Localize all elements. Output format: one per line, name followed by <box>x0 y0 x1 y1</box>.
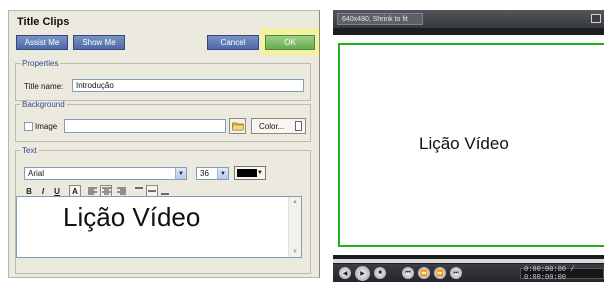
playback-controls: ◀ ▶ ■ ⏮ ⏪ ⏩ ⏭ 0:00:00:00 / 0:00:00:00 <box>333 264 604 282</box>
properties-legend: Properties <box>22 59 59 68</box>
color-button[interactable]: Color... <box>251 118 306 134</box>
rewind-icon[interactable]: ◀ <box>339 267 351 279</box>
title-name-label: Title name: <box>24 82 64 91</box>
scroll-down-icon: ▼ <box>292 249 298 255</box>
stop-icon[interactable]: ■ <box>374 267 386 279</box>
step-back-icon[interactable]: ⏪ <box>418 267 430 279</box>
scroll-up-icon: ▲ <box>292 199 298 205</box>
background-color-swatch <box>295 121 302 131</box>
title-name-input[interactable]: Introdução <box>72 79 304 92</box>
font-select[interactable]: Arial ▼ <box>24 167 187 180</box>
folder-icon <box>231 122 244 131</box>
show-me-button[interactable]: Show Me <box>73 35 125 50</box>
valign-middle-icon <box>148 190 156 192</box>
play-icon[interactable]: ▶ <box>355 266 370 281</box>
text-color-picker[interactable]: ▼ <box>234 166 266 180</box>
time-display: 0:00:00:00 / 0:00:00:00 <box>520 266 604 282</box>
font-size-select[interactable]: 36 ▼ <box>196 167 229 180</box>
chevron-down-icon: ▼ <box>175 168 186 179</box>
align-center-icon <box>101 187 111 195</box>
seek-bar[interactable] <box>333 259 604 263</box>
valign-bottom-icon <box>161 193 169 195</box>
image-checkbox[interactable] <box>24 122 33 131</box>
align-left-icon <box>87 187 97 195</box>
assist-me-button[interactable]: Assist Me <box>16 35 68 50</box>
resolution-dropdown[interactable]: 640x480, Shrink to fit <box>337 13 423 25</box>
background-group: Background Image Color... <box>15 100 311 142</box>
color-button-label: Color... <box>259 121 285 131</box>
image-path-input[interactable] <box>64 119 226 133</box>
chevron-down-icon: ▼ <box>217 168 228 179</box>
font-size-value: 36 <box>200 169 209 178</box>
editor-scrollbar[interactable]: ▲ ▼ <box>288 197 301 257</box>
preview-title-text: Lição Vídeo <box>419 134 509 153</box>
properties-group: Properties Title name: Introdução <box>15 59 311 101</box>
preview-canvas: Lição Vídeo <box>333 35 604 255</box>
font-value: Arial <box>28 169 45 178</box>
fullscreen-icon[interactable] <box>591 14 601 23</box>
valign-top-icon <box>135 187 143 189</box>
text-legend: Text <box>22 146 37 155</box>
step-forward-icon[interactable]: ⏩ <box>434 267 446 279</box>
cancel-button[interactable]: Cancel <box>207 35 259 50</box>
text-color-swatch <box>237 169 257 177</box>
title-clips-window: Title Clips Assist Me Show Me Cancel OK … <box>0 0 604 282</box>
preview-toolbar: 640x480, Shrink to fit <box>333 10 604 28</box>
browse-folder-button[interactable] <box>229 118 246 134</box>
ok-button[interactable]: OK <box>265 35 315 50</box>
dialog-title: Title Clips <box>17 16 70 28</box>
title-text-editor[interactable]: Lição Vídeo ▲ ▼ <box>16 196 302 258</box>
title-text-content: Lição Vídeo <box>63 202 201 232</box>
previous-clip-icon[interactable]: ⏮ <box>402 267 414 279</box>
preview-player: 640x480, Shrink to fit Lição Vídeo ◀ ▶ ■… <box>333 10 604 282</box>
background-legend: Background <box>22 100 65 109</box>
align-right-icon <box>116 187 126 195</box>
chevron-down-icon: ▼ <box>257 170 263 176</box>
next-clip-icon[interactable]: ⏭ <box>450 267 462 279</box>
image-label: Image <box>35 122 58 131</box>
